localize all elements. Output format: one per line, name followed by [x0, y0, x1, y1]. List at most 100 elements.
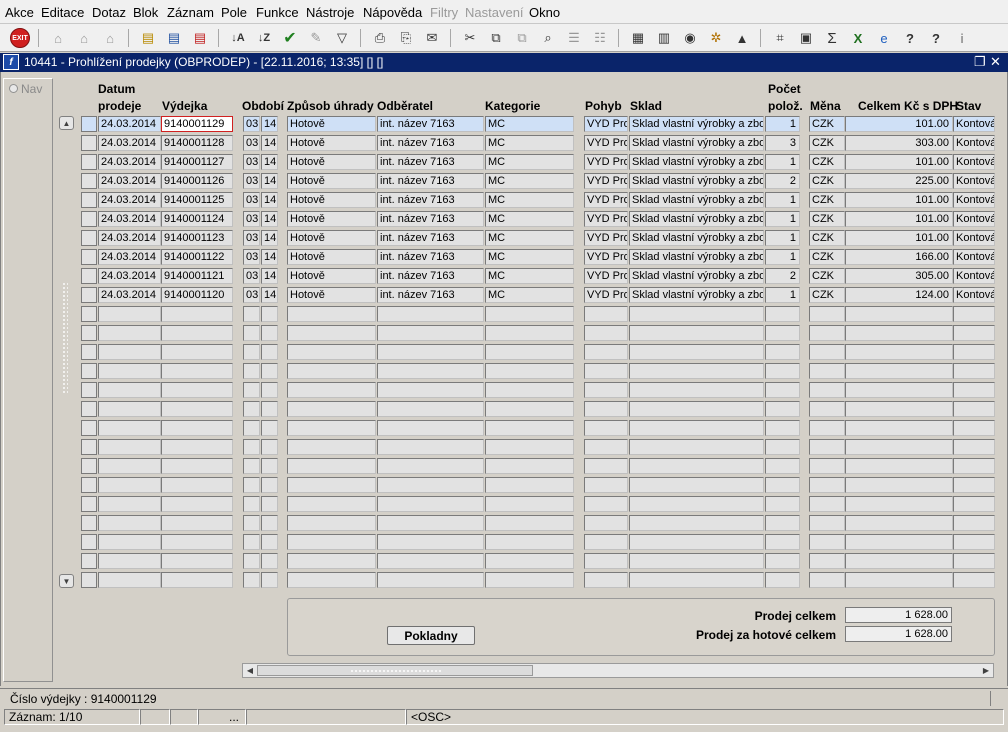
zpusob-uhrady-cell[interactable]	[287, 401, 376, 417]
pohyb-cell[interactable]: VYD Pro	[584, 230, 628, 246]
celkem-cell[interactable]	[845, 534, 953, 550]
stav-cell[interactable]	[953, 401, 995, 417]
odberatel-cell[interactable]: int. název 7163	[377, 268, 484, 284]
sum-icon[interactable]: Σ	[822, 28, 842, 48]
datum-cell[interactable]	[98, 401, 161, 417]
celkem-cell[interactable]	[845, 439, 953, 455]
kategorie-cell[interactable]: MC	[485, 154, 574, 170]
vydejka-cell[interactable]: 9140001129	[161, 116, 233, 132]
cut-icon[interactable]: ✂	[460, 28, 480, 48]
celkem-cell[interactable]	[845, 496, 953, 512]
pocet-cell[interactable]: 1	[765, 192, 800, 208]
mena-cell[interactable]	[809, 553, 845, 569]
sklad-cell[interactable]	[629, 477, 764, 493]
obdobi-year-cell[interactable]: 14	[261, 287, 278, 303]
mena-cell[interactable]: CZK	[809, 154, 845, 170]
menu-okno[interactable]: Okno	[529, 5, 560, 20]
celkem-cell[interactable]	[845, 363, 953, 379]
stav-cell[interactable]: Kontová	[953, 230, 995, 246]
kategorie-cell[interactable]	[485, 496, 574, 512]
stav-cell[interactable]	[953, 572, 995, 588]
mena-cell[interactable]	[809, 401, 845, 417]
obdobi-month-cell[interactable]	[243, 325, 260, 341]
mena-cell[interactable]: CZK	[809, 192, 845, 208]
sklad-cell[interactable]	[629, 382, 764, 398]
stav-cell[interactable]	[953, 534, 995, 550]
celkem-cell[interactable]: 101.00	[845, 116, 953, 132]
splitter-handle[interactable]	[62, 282, 68, 394]
kategorie-cell[interactable]: MC	[485, 230, 574, 246]
obdobi-month-cell[interactable]: 03	[243, 211, 260, 227]
obdobi-year-cell[interactable]	[261, 496, 278, 512]
row-selector[interactable]	[81, 572, 97, 588]
kategorie-cell[interactable]: MC	[485, 173, 574, 189]
zpusob-uhrady-cell[interactable]	[287, 496, 376, 512]
stav-cell[interactable]	[953, 363, 995, 379]
stav-cell[interactable]: Kontová	[953, 249, 995, 265]
vydejka-cell[interactable]	[161, 458, 233, 474]
obdobi-year-cell[interactable]	[261, 382, 278, 398]
pocet-cell[interactable]	[765, 363, 800, 379]
zpusob-uhrady-cell[interactable]	[287, 458, 376, 474]
stav-cell[interactable]	[953, 325, 995, 341]
vydejka-cell[interactable]	[161, 534, 233, 550]
vydejka-cell[interactable]	[161, 363, 233, 379]
datum-cell[interactable]: 24.03.2014	[98, 116, 161, 132]
stav-cell[interactable]	[953, 344, 995, 360]
kategorie-cell[interactable]	[485, 515, 574, 531]
pohyb-cell[interactable]	[584, 496, 628, 512]
vydejka-cell[interactable]	[161, 401, 233, 417]
row-selector[interactable]	[81, 135, 97, 151]
odberatel-cell[interactable]	[377, 420, 484, 436]
stav-cell[interactable]	[953, 306, 995, 322]
obdobi-year-cell[interactable]	[261, 477, 278, 493]
row-selector[interactable]	[81, 420, 97, 436]
sklad-cell[interactable]: Sklad vlastní výrobky a zbo	[629, 154, 764, 170]
zpusob-uhrady-cell[interactable]: Hotově	[287, 249, 376, 265]
obdobi-year-cell[interactable]	[261, 458, 278, 474]
mena-cell[interactable]	[809, 458, 845, 474]
obdobi-month-cell[interactable]	[243, 572, 260, 588]
datum-cell[interactable]: 24.03.2014	[98, 173, 161, 189]
stav-cell[interactable]: Kontová	[953, 173, 995, 189]
pohyb-cell[interactable]: VYD Pro	[584, 268, 628, 284]
odberatel-cell[interactable]	[377, 515, 484, 531]
pohyb-cell[interactable]	[584, 420, 628, 436]
sklad-cell[interactable]: Sklad vlastní výrobky a zbo	[629, 135, 764, 151]
zpusob-uhrady-cell[interactable]	[287, 325, 376, 341]
mena-cell[interactable]	[809, 534, 845, 550]
celkem-cell[interactable]	[845, 344, 953, 360]
odberatel-cell[interactable]	[377, 458, 484, 474]
kategorie-cell[interactable]: MC	[485, 116, 574, 132]
kategorie-cell[interactable]	[485, 572, 574, 588]
pocet-cell[interactable]: 1	[765, 211, 800, 227]
zpusob-uhrady-cell[interactable]: Hotově	[287, 135, 376, 151]
sklad-cell[interactable]: Sklad vlastní výrobky a zbo	[629, 173, 764, 189]
datum-cell[interactable]	[98, 515, 161, 531]
row-selector[interactable]	[81, 515, 97, 531]
obdobi-month-cell[interactable]: 03	[243, 268, 260, 284]
celkem-cell[interactable]	[845, 401, 953, 417]
odberatel-cell[interactable]	[377, 344, 484, 360]
kategorie-cell[interactable]	[485, 439, 574, 455]
obdobi-month-cell[interactable]: 03	[243, 287, 260, 303]
zpusob-uhrady-cell[interactable]	[287, 439, 376, 455]
pocet-cell[interactable]	[765, 477, 800, 493]
helm-icon[interactable]: ✲	[706, 28, 726, 48]
pohyb-cell[interactable]: VYD Pro	[584, 211, 628, 227]
obdobi-month-cell[interactable]	[243, 439, 260, 455]
globe-icon[interactable]: ◉	[680, 28, 700, 48]
pohyb-cell[interactable]: VYD Pro	[584, 287, 628, 303]
obdobi-month-cell[interactable]	[243, 344, 260, 360]
celkem-cell[interactable]: 225.00	[845, 173, 953, 189]
sklad-cell[interactable]: Sklad vlastní výrobky a zbo	[629, 192, 764, 208]
obdobi-year-cell[interactable]: 14	[261, 230, 278, 246]
datum-cell[interactable]	[98, 572, 161, 588]
kategorie-cell[interactable]	[485, 382, 574, 398]
odberatel-cell[interactable]	[377, 363, 484, 379]
kategorie-cell[interactable]	[485, 306, 574, 322]
menu-zaznam[interactable]: Záznam	[167, 5, 214, 20]
datum-cell[interactable]: 24.03.2014	[98, 268, 161, 284]
sklad-cell[interactable]	[629, 515, 764, 531]
chart-icon[interactable]: ⌗	[770, 28, 790, 48]
